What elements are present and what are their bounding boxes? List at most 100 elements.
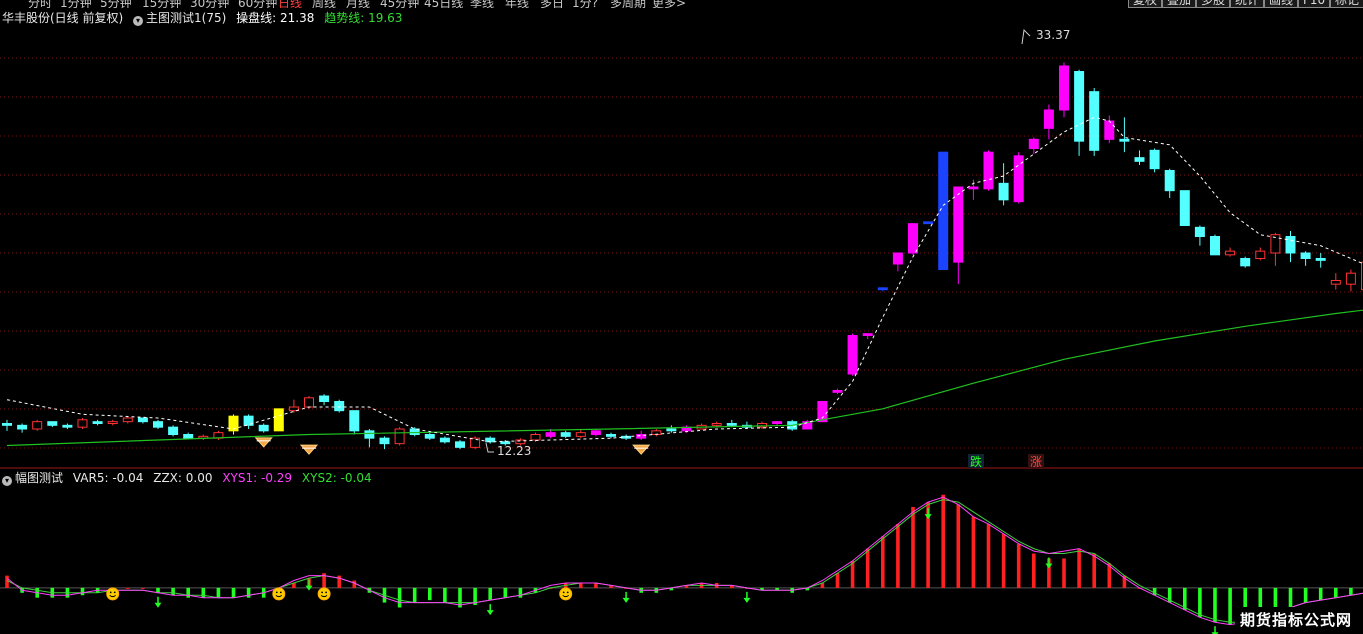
main-indicator-name[interactable]: 主图测试1(75) <box>146 11 226 25</box>
smiley-icon <box>272 587 286 601</box>
period-tab[interactable]: 5分钟 <box>100 0 132 8</box>
hist-bar <box>126 587 130 589</box>
mark-button[interactable]: 标记 <box>1330 0 1363 8</box>
indicator-toggle-icon[interactable]: ▾ <box>133 16 144 26</box>
candle-body <box>364 430 375 439</box>
hist-bar <box>397 587 402 608</box>
period-tab-daily[interactable]: 日线 <box>278 0 302 8</box>
candlestick-series <box>2 62 1363 450</box>
sub-indicator-name[interactable]: 幅图测试 <box>15 471 63 485</box>
hist-bar <box>412 587 417 603</box>
sub-lines <box>6 496 1363 626</box>
candle-body <box>92 421 103 424</box>
candle-body <box>1179 190 1190 227</box>
candle-body <box>968 186 979 190</box>
multi-stock-button[interactable]: 多股 <box>1196 0 1231 8</box>
candle-body <box>575 432 586 437</box>
xys2-label: XYS2: <box>301 471 337 485</box>
period-tab[interactable]: 年线 <box>505 0 529 8</box>
period-toolbar: 分时 1分钟 5分钟 15分钟 30分钟 60分钟 日线 周线 月线 45分钟 … <box>0 0 1363 8</box>
low-price-label: 12.23 <box>497 444 531 458</box>
period-tab[interactable]: 分时 <box>28 0 52 8</box>
candle-body <box>1225 250 1236 256</box>
period-tab[interactable]: 更多> <box>652 0 686 8</box>
main-chart-header: 华丰股份(日线 前复权) ▾ 主图测试1(75) 操盘线: 21.38 趋势线: … <box>2 10 408 26</box>
down-arrow-head <box>486 610 494 616</box>
hist-bar <box>1349 587 1353 596</box>
hist-bar <box>1318 587 1323 601</box>
hist-bar <box>443 587 447 603</box>
period-tab[interactable]: 季线 <box>470 0 494 8</box>
overlay-button[interactable]: 叠加 <box>1162 0 1197 8</box>
candle-body <box>319 395 330 402</box>
signal-markers <box>254 437 651 455</box>
smiley-eye <box>566 591 569 594</box>
var5-value: -0.04 <box>112 471 144 485</box>
smiley-eye <box>321 591 323 594</box>
period-tab[interactable]: 多周期 <box>610 0 646 8</box>
period-tab[interactable]: 30分钟 <box>190 0 229 8</box>
statistics-button[interactable]: 统计 <box>1230 0 1265 8</box>
xys2-value: -0.04 <box>340 471 372 485</box>
period-tab[interactable]: 1分? <box>572 0 598 8</box>
sub-indicator-toggle-icon[interactable]: ▾ <box>2 476 12 486</box>
draw-line-button[interactable]: 画线 <box>1264 0 1299 8</box>
candle-body <box>1043 109 1054 129</box>
hist-bar <box>186 587 190 598</box>
hist-bar <box>1303 587 1308 603</box>
candle-body <box>62 424 73 428</box>
period-tab[interactable]: 多日 <box>540 0 564 8</box>
line1-label: 操盘线: <box>236 11 277 25</box>
hist-bar <box>171 587 175 596</box>
candle-body <box>530 434 541 441</box>
kline-chart[interactable]: 33.37 12.23 跌 涨 <box>0 0 1363 634</box>
hist-bar <box>1032 553 1036 588</box>
hist-bar <box>850 560 855 588</box>
hist-bar <box>1077 548 1081 588</box>
xys1-label: XYS1: <box>222 471 258 485</box>
hist-bar <box>216 587 221 598</box>
candle-body <box>590 430 601 436</box>
stock-title: 华丰股份(日线 前复权) <box>2 11 124 25</box>
hist-bar <box>5 575 9 588</box>
candle-body <box>439 437 450 443</box>
f10-button[interactable]: F10 <box>1298 0 1331 8</box>
period-tab[interactable]: 60分钟 <box>238 0 277 8</box>
sub-chart-header: ▾ 幅图测试 VAR5: -0.04 ZZX: 0.00 XYS1: -0.29 … <box>2 470 378 486</box>
candle-body <box>168 426 179 435</box>
candle-body <box>424 434 435 439</box>
hist-bar <box>865 548 870 588</box>
hist-bar <box>231 587 236 598</box>
hist-bar <box>835 573 840 588</box>
candle-body <box>1074 71 1085 142</box>
candle-body <box>560 432 571 437</box>
period-tab[interactable]: 45分钟 <box>380 0 419 8</box>
hist-bar <box>1092 553 1096 588</box>
period-tab[interactable]: 周线 <box>312 0 336 8</box>
smiley-icon <box>559 587 573 601</box>
candle-body <box>1300 252 1311 259</box>
down-arrow-head <box>622 597 630 603</box>
zhang-signal: 涨 <box>1028 454 1044 469</box>
candle-body <box>394 428 405 445</box>
candle-body <box>77 419 88 428</box>
price-high-annotation: 33.37 <box>1021 28 1070 45</box>
smiley-eye <box>109 591 112 594</box>
restore-right-button[interactable]: 复权 <box>1128 0 1163 8</box>
candle-body <box>1194 226 1205 237</box>
period-tab[interactable]: 月线 <box>346 0 370 8</box>
period-tab[interactable]: 1分钟 <box>60 0 92 8</box>
zhang-label: 涨 <box>1030 454 1042 469</box>
period-tab[interactable]: 45日线 <box>424 0 463 8</box>
candle-body <box>606 434 616 437</box>
hist-bar <box>1228 587 1232 625</box>
hist-bar <box>956 504 961 588</box>
candle-body <box>273 408 284 432</box>
hist-bar <box>352 580 357 588</box>
xys2-line <box>6 499 1363 623</box>
die-signal: 跌 <box>968 454 984 469</box>
line2-value: 19.63 <box>368 11 403 25</box>
period-tab[interactable]: 15分钟 <box>142 0 181 8</box>
die-label: 跌 <box>970 454 982 469</box>
hist-bar <box>518 587 523 598</box>
